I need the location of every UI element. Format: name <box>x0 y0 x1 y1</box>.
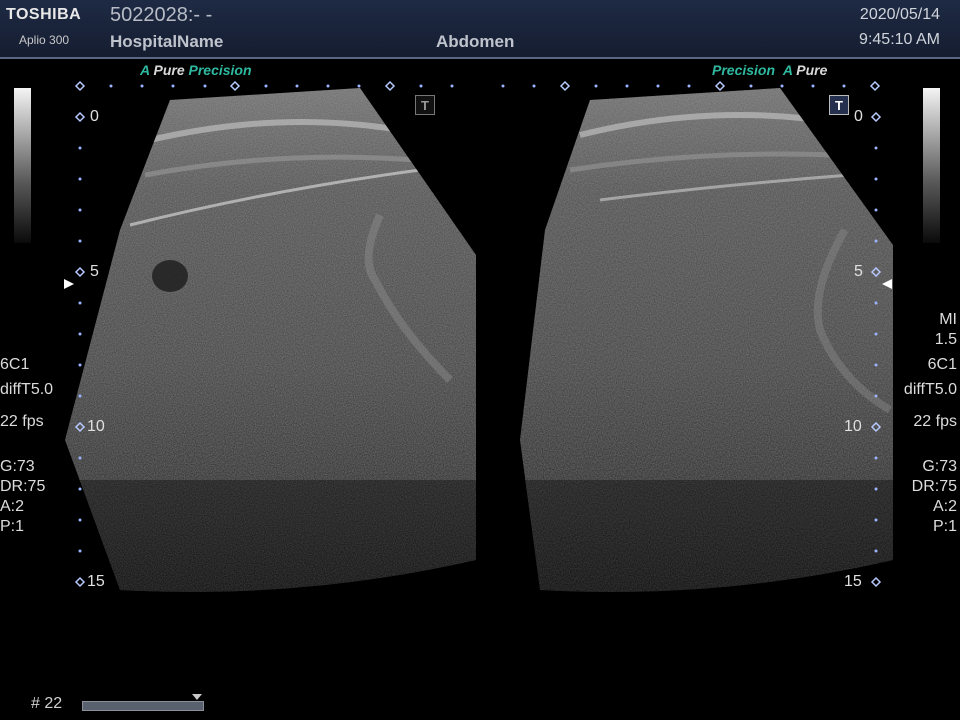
gain-value: G:73 <box>922 458 957 475</box>
frame-rate: 22 fps <box>0 413 44 430</box>
mode-label: diffT5.0 <box>0 381 54 398</box>
param-p: P:1 <box>0 518 25 535</box>
param-p: P:1 <box>932 518 957 535</box>
focus-marker-left-icon <box>64 279 74 289</box>
depth-label: 15 <box>844 573 862 590</box>
depth-label: 10 <box>844 418 862 435</box>
param-a: A:2 <box>0 498 25 515</box>
ultrasound-display <box>64 80 893 592</box>
mode-label: diffT5.0 <box>903 381 957 398</box>
mi-label: MI <box>939 311 957 328</box>
depth-label: 0 <box>90 108 99 125</box>
gain-value: G:73 <box>0 458 35 475</box>
cine-position-marker-icon[interactable] <box>191 694 202 700</box>
depth-ruler-left <box>78 146 82 553</box>
cine-scrollbar[interactable] <box>82 701 204 711</box>
lateral-ruler <box>109 84 846 88</box>
frame-rate: 22 fps <box>913 413 957 430</box>
depth-label: 5 <box>854 263 863 280</box>
probe-label: 6C1 <box>927 356 957 373</box>
depth-label: 15 <box>87 573 105 590</box>
depth-label: 5 <box>90 263 99 280</box>
dynamic-range: DR:75 <box>0 478 46 495</box>
depth-label: 0 <box>854 108 863 125</box>
dynamic-range: DR:75 <box>911 478 957 495</box>
ultrasound-image-left <box>65 88 476 592</box>
mi-value: 1.5 <box>934 331 957 348</box>
ultrasound-image-right <box>520 88 893 592</box>
frame-number: # 22 <box>31 695 63 712</box>
depth-label: 10 <box>87 418 105 435</box>
param-a: A:2 <box>932 498 957 515</box>
t-toggle-right-button[interactable]: T <box>829 95 849 115</box>
probe-label: 6C1 <box>0 356 30 373</box>
t-toggle-left-button[interactable]: T <box>415 95 435 115</box>
